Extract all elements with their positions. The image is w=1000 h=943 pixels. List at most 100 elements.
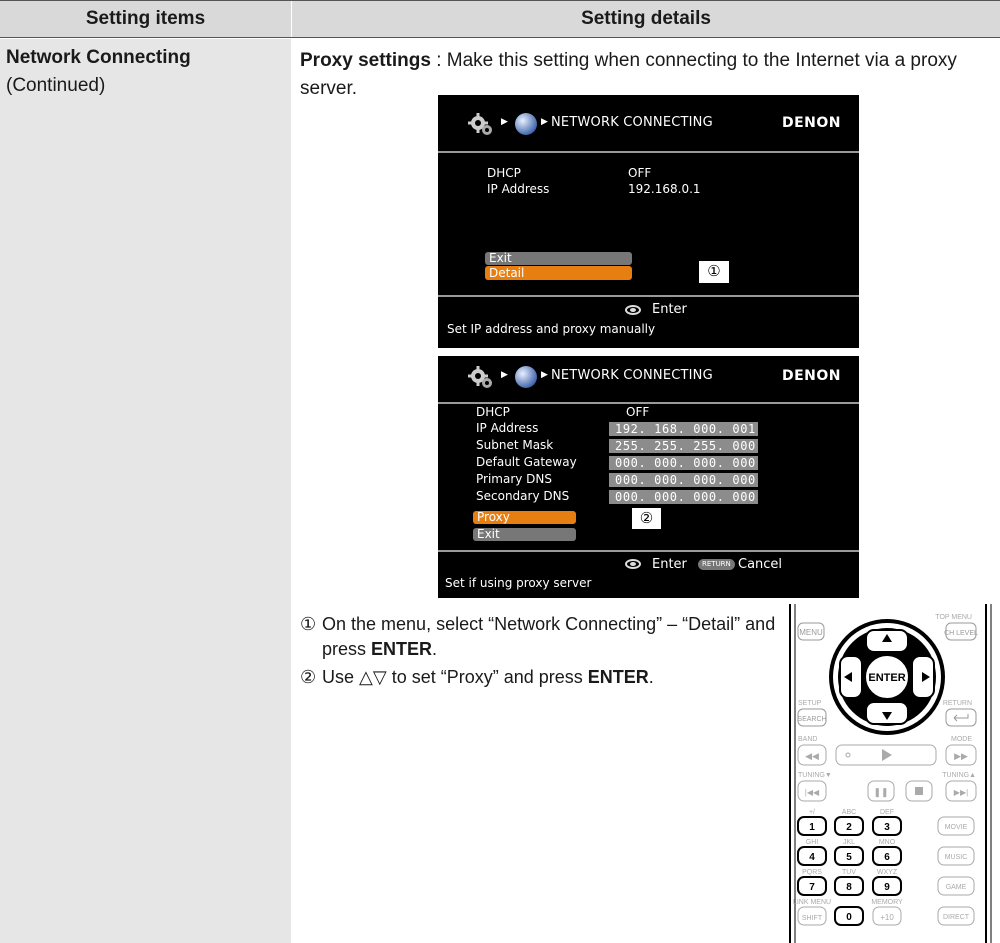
subnet-mask-field[interactable]: 255. 255. 255. 000 xyxy=(609,439,758,453)
fast-forward-icon: ▶▶ xyxy=(954,751,968,761)
return-label: RETURN xyxy=(943,700,972,707)
default-gateway-label: Default Gateway xyxy=(476,455,577,469)
skip-forward-icon: ▶▶| xyxy=(954,788,968,797)
game-label: GAME xyxy=(946,884,967,891)
brand-logo: DENON xyxy=(781,115,841,131)
dhcp-label: DHCP xyxy=(476,405,510,419)
step-two-end: . xyxy=(648,667,654,687)
cancel-hint: Cancel xyxy=(738,557,783,572)
remote-control-illustration: TOP MENU MENU CH LEVEL ENTER SETUP SEARC… xyxy=(789,604,992,943)
osd-topbar: ▶ ▶ NETWORK CONNECTING DENON xyxy=(438,356,859,404)
header-setting-details: Setting details xyxy=(581,8,711,29)
ip-address-value: 192.168.0.1 xyxy=(628,182,701,196)
key-0-label: 0 xyxy=(846,912,852,923)
step-one-end: . xyxy=(432,639,438,659)
callout-arrow-icon xyxy=(635,264,651,278)
key-5-label: 5 xyxy=(846,852,852,863)
rewind-icon: ◀◀ xyxy=(805,751,819,761)
subnet-mask-label: Subnet Mask xyxy=(476,438,554,452)
enter-button-icon xyxy=(625,305,641,315)
primary-dns-field[interactable]: 000. 000. 000. 000 xyxy=(609,473,758,487)
step-one-number: ① xyxy=(300,614,317,634)
key-9-letters: WXYZ xyxy=(877,869,898,876)
setting-items-column: Network Connecting (Continued) xyxy=(0,39,292,943)
callout-line xyxy=(593,518,631,520)
osd-screen-detail: ▶ ▶ NETWORK CONNECTING DENON DHCP OFF IP… xyxy=(438,95,859,348)
breadcrumb-arrow-icon: ▶ xyxy=(501,370,508,380)
step-two: ② Use △▽ to set “Proxy” and press ENTER. xyxy=(300,665,780,690)
movie-label: MOVIE xyxy=(945,824,968,831)
top-menu-label: TOP MENU xyxy=(935,614,972,621)
shift-label: SHIFT xyxy=(802,915,823,922)
breadcrumb-arrow-icon: ▶ xyxy=(501,117,508,127)
key-7-label: 7 xyxy=(809,882,815,893)
callout-one: ① xyxy=(698,260,730,284)
item-title: Network Connecting xyxy=(6,47,191,68)
osd-divider xyxy=(438,295,859,297)
osd-title: NETWORK CONNECTING xyxy=(551,368,713,383)
up-down-arrows-icon: △▽ xyxy=(359,667,387,687)
step-two-text: to set “Proxy” and press xyxy=(386,667,588,687)
band-label: BAND xyxy=(798,736,817,743)
ip-address-field[interactable]: 192. 168. 000. 001 xyxy=(609,422,758,436)
return-button-icon: RETURN xyxy=(698,559,735,570)
secondary-dns-label: Secondary DNS xyxy=(476,489,570,503)
mode-label: MODE xyxy=(951,736,972,743)
key-8-label: 8 xyxy=(846,882,852,893)
default-gateway-field[interactable]: 000. 000. 000. 000 xyxy=(609,456,758,470)
key-3-letters: DEF xyxy=(880,809,894,816)
key-2-letters: ABC xyxy=(842,809,856,816)
ch-level-label: CH LEVEL xyxy=(944,630,978,637)
proxy-menu-item[interactable]: Proxy xyxy=(473,511,576,524)
enter-button-icon xyxy=(625,559,641,569)
enter-button-label: ENTER xyxy=(868,672,905,684)
plus-ten-label: +10 xyxy=(880,913,894,922)
enter-hint: Enter xyxy=(652,302,687,317)
skip-back-icon: |◀◀ xyxy=(805,788,820,797)
step-two-number: ② xyxy=(300,667,317,687)
key-4-label: 4 xyxy=(809,852,815,863)
key-2-label: 2 xyxy=(846,822,852,833)
callout-two: ② xyxy=(631,507,662,530)
gear-icon xyxy=(468,366,492,388)
ip-address-label: IP Address xyxy=(476,421,539,435)
dhcp-value: OFF xyxy=(628,166,652,180)
step-one: ① On the menu, select “Network Connectin… xyxy=(300,612,780,662)
memory-label: MEMORY xyxy=(871,899,903,906)
exit-menu-item[interactable]: Exit xyxy=(473,528,576,541)
key-6-label: 6 xyxy=(884,852,890,863)
osd-help-text: Set IP address and proxy manually xyxy=(447,322,656,336)
step-one-enter: ENTER xyxy=(371,639,433,659)
header-setting-items: Setting items xyxy=(0,1,292,37)
proxy-heading: Proxy settings xyxy=(300,50,431,71)
stop-icon xyxy=(915,787,923,795)
dhcp-label: DHCP xyxy=(487,166,521,180)
step-two-enter: ENTER xyxy=(587,667,649,687)
osd-topbar: ▶ ▶ NETWORK CONNECTING DENON xyxy=(438,95,859,153)
tuning-up-label: TUNING▲ xyxy=(942,772,976,779)
globe-icon xyxy=(515,366,537,388)
key-5-letters: JKL xyxy=(843,839,855,846)
key-8-letters: TUV xyxy=(842,869,856,876)
key-3-label: 3 xyxy=(884,822,890,833)
enter-hint: Enter xyxy=(652,557,687,572)
osd-help-text: Set if using proxy server xyxy=(445,576,592,590)
table-header: Setting items Setting details xyxy=(0,0,1000,38)
osd-screen-proxy: ▶ ▶ NETWORK CONNECTING DENON DHCP OFF IP… xyxy=(438,356,859,598)
brand-logo: DENON xyxy=(781,368,841,384)
detail-menu-item[interactable]: Detail xyxy=(485,266,632,280)
setup-label: SETUP xyxy=(798,700,822,707)
key-1-label: 1 xyxy=(809,822,815,833)
breadcrumb-arrow-icon: ▶ xyxy=(541,370,548,380)
secondary-dns-field[interactable]: 000. 000. 000. 000 xyxy=(609,490,758,504)
key-4-letters: GHI xyxy=(806,839,819,846)
exit-menu-item[interactable]: Exit xyxy=(485,252,632,265)
key-7-letters: PQRS xyxy=(802,869,822,876)
breadcrumb-arrow-icon: ▶ xyxy=(541,117,548,127)
dhcp-value: OFF xyxy=(626,405,650,419)
search-label: SEARCH xyxy=(797,716,826,723)
callout-line xyxy=(650,270,698,272)
key-6-letters: MNO xyxy=(879,839,896,846)
menu-button-label: MENU xyxy=(799,628,823,637)
direct-label: DIRECT xyxy=(943,914,970,921)
